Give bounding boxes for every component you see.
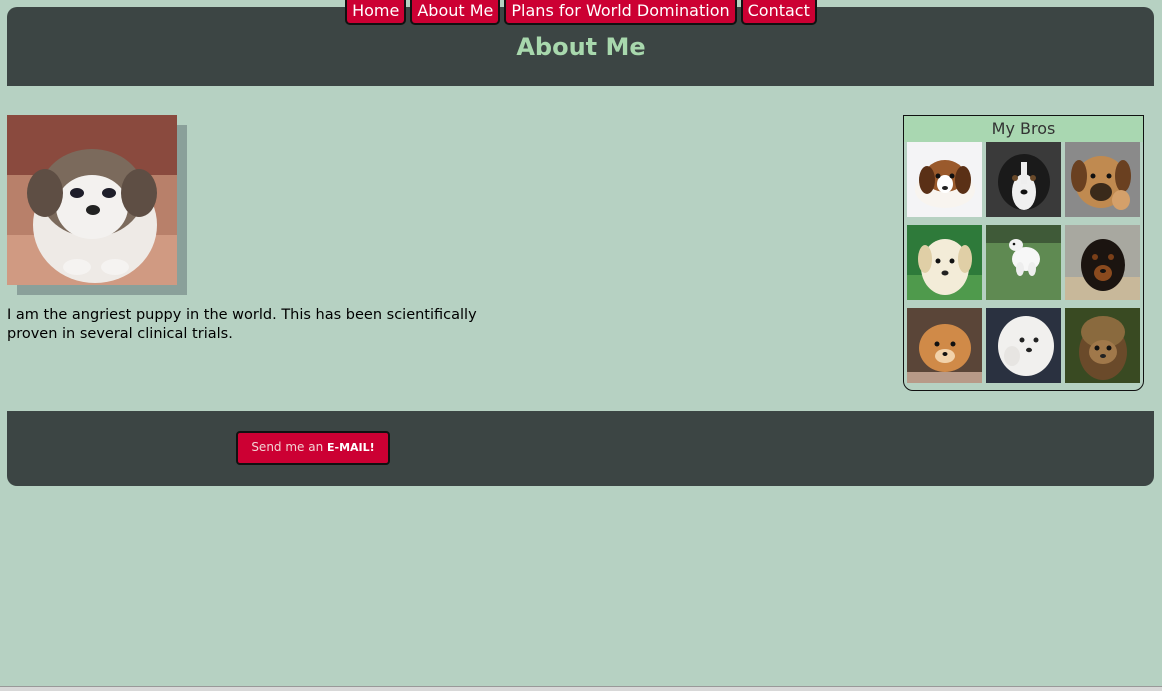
white-puppy-running-photo[interactable] [986,225,1061,300]
black-white-puppy-photo[interactable] [986,142,1061,217]
nav-plans-button[interactable]: Plans for World Domination [504,0,737,25]
email-button[interactable]: Send me an E-MAIL! [236,431,390,465]
lab-puppy-photo[interactable] [907,225,982,300]
my-bros-title: My Bros [904,116,1143,142]
email-button-label: Send me an [251,440,328,454]
rottweiler-puppy-photo[interactable] [1065,225,1140,300]
white-fluffy-puppy-photo[interactable] [986,308,1061,383]
my-bros-panel: My Bros [903,115,1144,391]
page-title: About Me [516,33,646,61]
nav-about-me-button[interactable]: About Me [410,0,501,25]
nav-contact-button[interactable]: Contact [740,0,817,25]
horizontal-scrollbar[interactable] [0,686,1162,691]
tan-puppy-waving-photo[interactable] [1065,142,1140,217]
nav-home-button[interactable]: Home [345,0,407,25]
bio-text: I am the angriest puppy in the world. Th… [7,307,477,342]
main-nav: Home About Me Plans for World Domination… [0,0,1162,26]
angry-puppy-photo [7,115,177,285]
ewok-photo[interactable] [1065,308,1140,383]
beagle-puppy-photo[interactable] [907,142,982,217]
email-button-emphasis: E-MAIL! [327,441,375,454]
fluffy-orange-puppy-photo[interactable] [907,308,982,383]
bros-grid [907,142,1140,383]
footer-bar: Send me an E-MAIL! [7,411,1154,486]
